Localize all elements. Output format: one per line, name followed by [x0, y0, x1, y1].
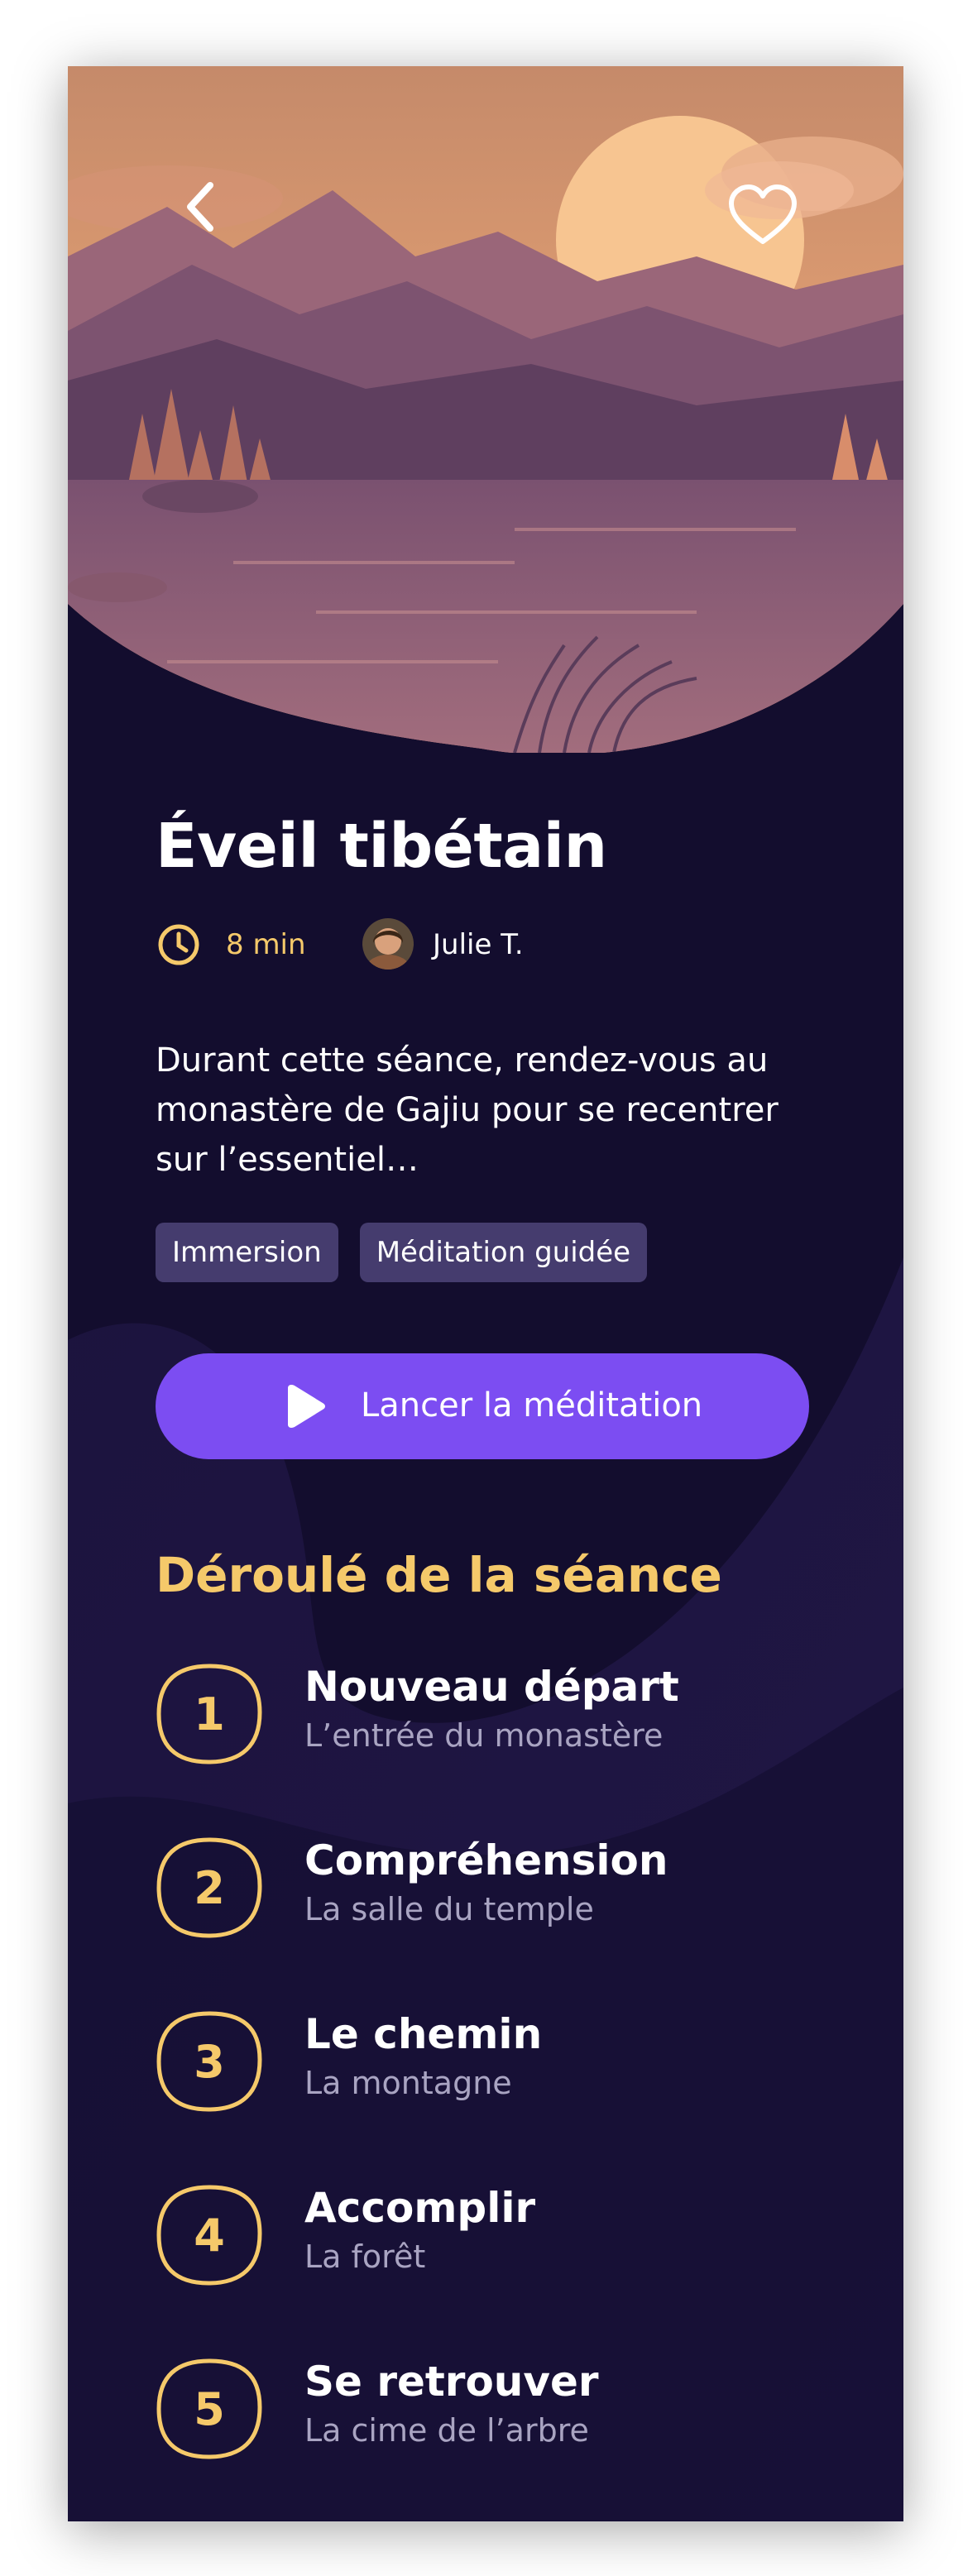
chevron-left-icon: [187, 182, 213, 232]
step-number: 3: [194, 2035, 225, 2088]
step-number: 2: [194, 1861, 225, 1914]
session-title: Éveil tibétain: [156, 811, 607, 882]
meditation-screen: Éveil tibétain 8 min Julie T. Durant cet…: [68, 66, 903, 2521]
session-description: Durant cette séance, rendez-vous au mona…: [156, 1036, 834, 1185]
step-number-badge: 1: [156, 1663, 263, 1765]
step-subtitle: La cime de l’arbre: [304, 2412, 589, 2449]
step-title: Le chemin: [304, 2010, 543, 2058]
session-duration: 8 min: [226, 928, 306, 961]
step-subtitle: L’entrée du monastère: [304, 1717, 664, 1754]
step-item[interactable]: 3 Le chemin La montagne: [156, 2010, 867, 2118]
step-item[interactable]: 1 Nouveau départ L’entrée du monastère: [156, 1663, 867, 1770]
step-subtitle: La forêt: [304, 2238, 426, 2275]
author-name: Julie T.: [433, 928, 524, 961]
step-number: 1: [194, 1688, 225, 1740]
play-icon: [288, 1385, 325, 1428]
step-item[interactable]: 5 Se retrouver La cime de l’arbre: [156, 2358, 867, 2465]
step-number: 4: [194, 2209, 225, 2262]
heart-icon: [729, 184, 797, 244]
step-item[interactable]: 2 Compréhension La salle du temple: [156, 1836, 867, 1944]
description-line: Durant cette séance, rendez-vous au: [156, 1041, 769, 1080]
session-meta: 8 min Julie T.: [156, 918, 735, 976]
step-number-badge: 4: [156, 2184, 263, 2286]
hero-landscape-illustration: [68, 66, 903, 753]
tag-guided-meditation[interactable]: Méditation guidée: [359, 1223, 648, 1282]
step-number-badge: 5: [156, 2358, 263, 2460]
start-meditation-button[interactable]: Lancer la méditation: [156, 1353, 809, 1459]
step-title: Se retrouver: [304, 2358, 599, 2406]
tag-immersion[interactable]: Immersion: [156, 1223, 338, 1282]
clock-icon: [158, 924, 199, 965]
description-line: monastère de Gajiu pour se recentrer: [156, 1091, 779, 1129]
tag-list: Immersion Méditation guidée: [156, 1223, 648, 1282]
step-subtitle: La salle du temple: [304, 1891, 594, 1927]
step-title: Nouveau départ: [304, 1663, 679, 1711]
step-subtitle: La montagne: [304, 2065, 512, 2101]
step-title: Compréhension: [304, 1836, 668, 1884]
step-number-badge: 3: [156, 2010, 263, 2113]
step-number-badge: 2: [156, 1836, 263, 1939]
back-button[interactable]: [167, 174, 233, 240]
step-number: 5: [194, 2382, 225, 2435]
description-line: sur l’essentiel…: [156, 1141, 419, 1179]
start-meditation-label: Lancer la méditation: [361, 1386, 703, 1424]
step-item[interactable]: 4 Accomplir La forêt: [156, 2184, 867, 2291]
author-avatar: [362, 918, 414, 970]
section-title: Déroulé de la séance: [156, 1547, 722, 1603]
step-title: Accomplir: [304, 2184, 536, 2232]
favorite-button[interactable]: [721, 174, 804, 256]
